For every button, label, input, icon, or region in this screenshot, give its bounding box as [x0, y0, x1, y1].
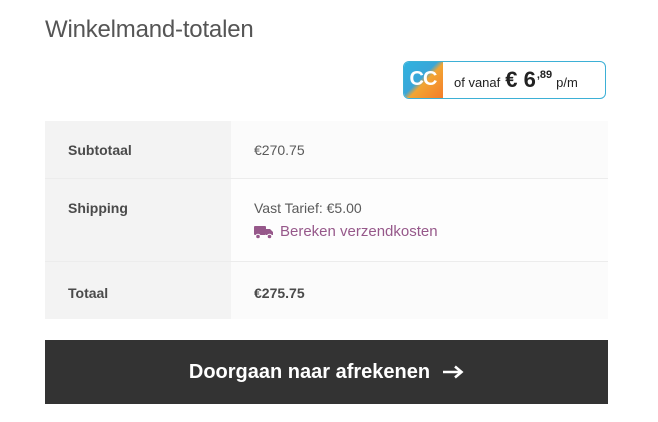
financing-amount: € 6: [505, 67, 536, 92]
arrow-right-icon: [443, 365, 464, 379]
cart-totals-page: Winkelmand-totalen CC of vanaf € 6 ,89 p…: [0, 0, 658, 422]
checkout-button-label: Doorgaan naar afrekenen: [188, 360, 431, 383]
shipping-rate: Vast Tarief: €5.00: [254, 200, 362, 216]
total-value: €275.75: [231, 262, 608, 319]
shipping-calculator-label: Bereken verzendkosten: [280, 223, 438, 240]
shipping-row: Shipping Vast Tarief: €5.00 Bereken verz…: [45, 179, 608, 261]
cart-totals-title: Winkelmand-totalen: [45, 16, 254, 43]
subtotal-row: Subtotaal €270.75: [45, 121, 608, 178]
total-label: Totaal: [45, 262, 231, 319]
shipping-cell: Vast Tarief: €5.00 Bereken verzendkosten: [231, 179, 608, 261]
cc-logo-icon: CC: [404, 62, 443, 98]
financing-suffix: p/m: [556, 75, 578, 90]
shipping-calculator-link[interactable]: Bereken verzendkosten: [254, 223, 608, 240]
shipping-label: Shipping: [45, 179, 231, 261]
financing-text: of vanaf € 6 ,89 p/m: [454, 67, 578, 93]
financing-cents: ,89: [536, 69, 553, 81]
total-row: Totaal €275.75: [45, 262, 608, 319]
subtotal-label: Subtotaal: [45, 121, 231, 178]
proceed-to-checkout-button[interactable]: Doorgaan naar afrekenen: [45, 340, 608, 404]
totals-table: Subtotaal €270.75 Shipping Vast Tarief: …: [45, 121, 608, 319]
financing-prefix: of vanaf: [454, 75, 501, 90]
subtotal-value: €270.75: [231, 121, 608, 178]
truck-icon: [254, 225, 273, 239]
financing-badge[interactable]: CC of vanaf € 6 ,89 p/m: [403, 61, 606, 99]
